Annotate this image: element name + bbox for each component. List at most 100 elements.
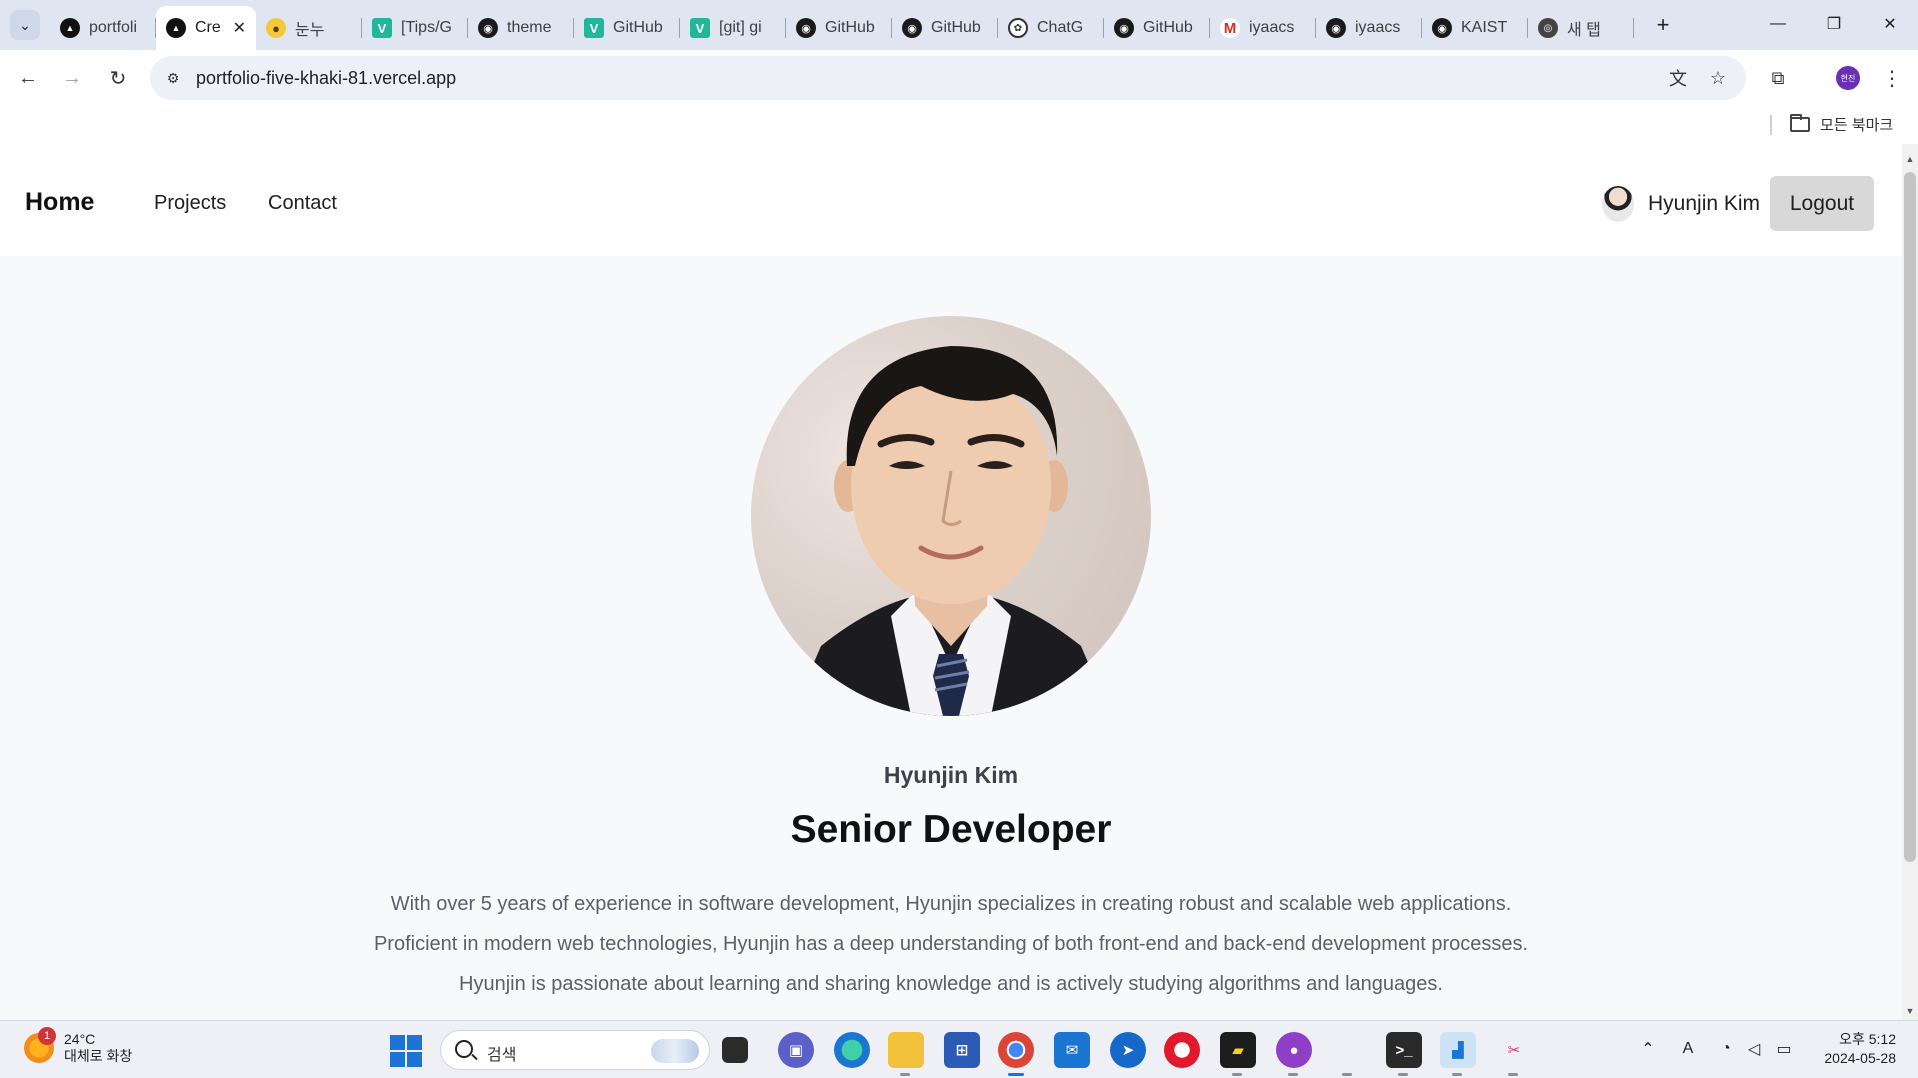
browser-tab[interactable]: ▲ Cre ✕ [156,6,256,50]
wifi-icon[interactable]: ◔ [1714,1037,1738,1061]
tab-label: 새 탭 [1567,22,1601,39]
browser-tab[interactable]: ◉ GitHub [892,6,998,50]
tab-label: GitHub [613,19,663,36]
back-button[interactable]: ← [10,60,46,96]
browser-tab[interactable]: V [Tips/G [362,6,468,50]
nav-home-link[interactable]: Home [25,188,94,217]
profile-avatar[interactable]: 현진 [1836,66,1860,90]
run-indicator [1342,1073,1352,1076]
chrome-icon[interactable] [998,1032,1034,1076]
site-info-icon[interactable]: ⚙ [162,67,184,89]
github-desktop-icon[interactable]: ● [1276,1032,1312,1076]
extensions-button[interactable]: ⧉ [1764,64,1792,92]
navigation-app-icon[interactable]: ➤ [1110,1032,1146,1068]
run-indicator [1008,1073,1024,1076]
scroll-down-arrow-icon[interactable]: ▼ [1902,1004,1918,1018]
restore-button[interactable]: ❐ [1814,8,1854,40]
browser-tab[interactable]: ▲ portfoli [50,6,156,50]
browser-tab[interactable]: ✿ ChatG [998,6,1104,50]
bookmarks-bar: 모든 북마크 [0,106,1918,144]
input-method-icon[interactable]: A [1676,1037,1700,1061]
address-bar[interactable]: ⚙ portfolio-five-khaki-81.vercel.app 文 ☆ [150,56,1746,100]
battery-icon[interactable]: ▭ [1772,1037,1796,1061]
chevron-up-icon[interactable]: ⌃ [1636,1037,1660,1061]
arrow-right-icon: → [62,66,82,89]
bookmark-star-icon[interactable]: ☆ [1706,66,1730,90]
windows-taskbar: 1 24°C 대체로 화창 검색 ▣ ⊞ ✉ ➤ ▰ ● >_ ▟ ✂ ⌃ A … [0,1020,1918,1078]
velog-icon: V [690,18,710,38]
tab-search-button[interactable]: ⌄ [10,10,40,40]
hero-job-title: Senior Developer [790,808,1112,851]
weather-temperature: 24°C [64,1031,96,1047]
browser-tab[interactable]: ◉ theme [468,6,574,50]
tab-label: Cre [195,19,221,36]
microsoft-store-icon[interactable]: ⊞ [944,1032,980,1068]
bio-line: Hyunjin is passionate about learning and… [459,973,1443,995]
all-bookmarks-label: 모든 북마크 [1820,117,1894,134]
tab-label: [Tips/G [401,19,452,36]
performance-monitor-icon[interactable]: ▟ [1440,1032,1476,1076]
browser-tab[interactable]: ● 눈누 [256,6,362,50]
nav-contact-link[interactable]: Contact [268,192,337,215]
notification-badge: 1 [38,1027,56,1045]
edge-icon[interactable] [834,1032,870,1068]
browser-menu-button[interactable]: ⋮ [1880,64,1904,92]
github-icon: ◉ [1114,18,1134,38]
browser-tab[interactable]: ◉ iyaacs [1316,6,1422,50]
bookmarks-divider [1770,115,1772,135]
task-view-icon[interactable] [722,1037,748,1063]
hero-bio: With over 5 years of experience in softw… [0,884,1902,1004]
browser-tab[interactable]: ◉ GitHub [1104,6,1210,50]
browser-tab[interactable]: V [git] gi [680,6,786,50]
site-navbar: Home Projects Contact Hyunjin Kim Logout [0,144,1902,256]
terminal-icon[interactable]: >_ [1386,1032,1422,1076]
sticky-notes-icon[interactable]: ▰ [1220,1032,1256,1076]
start-button[interactable] [390,1035,422,1067]
volume-icon[interactable]: ◁ [1742,1037,1766,1061]
tab-label: [git] gi [719,19,762,36]
browser-tab[interactable]: V GitHub [574,6,680,50]
search-icon [455,1040,473,1058]
tab-list: ▲ portfoli ▲ Cre ✕ ● 눈누 V [Tips/G ◉ theme V GitHub V [… [50,6,1634,50]
gmail-icon: M [1220,18,1240,38]
close-tab-icon[interactable]: ✕ [233,18,246,38]
browser-tab[interactable]: Miyaacs [1210,6,1316,50]
logout-button[interactable]: Logout [1770,176,1874,231]
browser-tab[interactable]: ◉ KAIST [1422,6,1528,50]
tab-label: ChatG [1037,19,1084,36]
teams-chat-icon[interactable]: ▣ [778,1032,814,1068]
page-scrollbar[interactable]: ▲ ▼ [1902,144,1918,1020]
tab-label: iyaacs [1355,19,1401,36]
all-bookmarks-folder[interactable]: 모든 북마크 [1790,114,1893,135]
run-indicator [1398,1073,1408,1076]
forward-button[interactable]: → [54,60,90,96]
scrollbar-thumb[interactable] [1904,172,1916,862]
browser-tab[interactable]: ◎ 새 탭 [1528,6,1634,50]
translate-icon[interactable]: 文 [1666,66,1690,90]
tab-label: GitHub [1143,19,1193,36]
browser-tab[interactable]: ◉ GitHub [786,6,892,50]
snipping-tool-icon[interactable]: ✂ [1496,1032,1532,1076]
vercel-icon: ▲ [166,18,186,38]
url-text[interactable]: portfolio-five-khaki-81.vercel.app [196,68,456,89]
tab-label: iyaacs [1249,19,1295,36]
tab-label: theme [507,19,552,36]
github-icon: ◉ [796,18,816,38]
minimize-button[interactable]: — [1758,8,1798,40]
mail-icon[interactable]: ✉ [1054,1032,1090,1068]
minimize-icon: — [1770,15,1786,32]
reload-button[interactable]: ↻ [100,60,136,96]
weather-widget[interactable]: 1 24°C 대체로 화창 [24,1027,132,1065]
nav-projects-link[interactable]: Projects [154,192,226,215]
hidden-app-icon[interactable] [1330,1032,1366,1076]
puzzle-icon: ⧉ [1771,67,1785,88]
scroll-up-arrow-icon[interactable]: ▲ [1902,152,1918,166]
restore-icon: ❐ [1826,16,1842,33]
opera-icon[interactable] [1164,1032,1200,1068]
bio-line: Proficient in modern web technologies, H… [373,933,1529,955]
close-window-button[interactable]: ✕ [1870,8,1910,40]
file-explorer-icon[interactable] [888,1032,924,1076]
taskbar-search[interactable]: 검색 [440,1030,710,1070]
system-clock[interactable]: 오후 5:12 2024-05-28 [1812,1030,1896,1068]
new-tab-button[interactable]: + [1648,10,1678,40]
